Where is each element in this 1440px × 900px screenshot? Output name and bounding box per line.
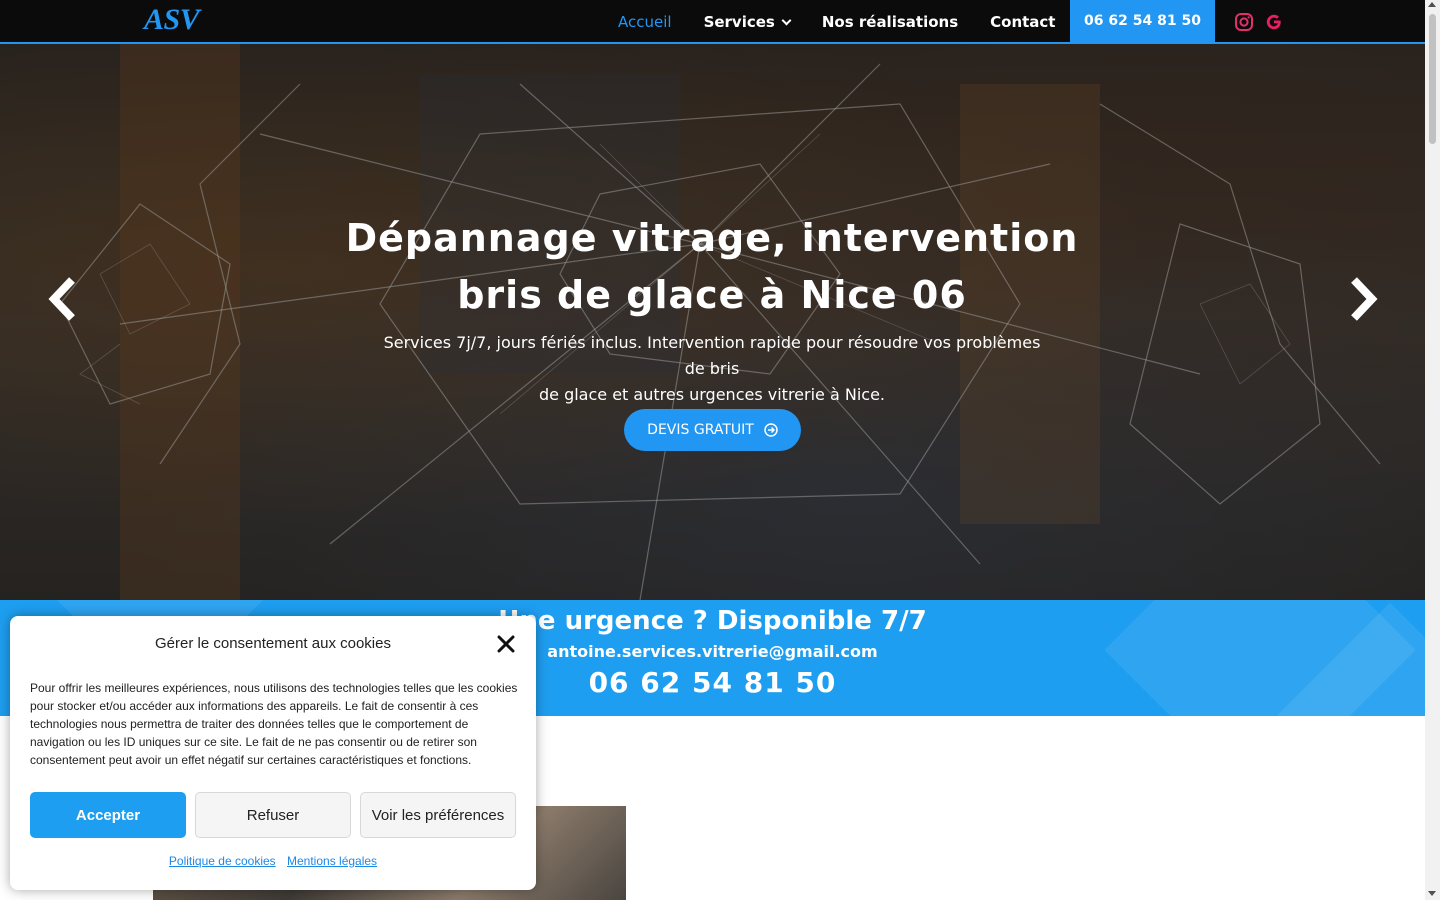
nav-item-services[interactable]: Services [703,13,792,31]
devis-gratuit-button[interactable]: DEVIS GRATUIT [624,409,801,451]
google-icon[interactable] [1264,12,1284,32]
site-header: ASV Accueil Services Nos réalisations Co… [0,0,1425,44]
cookie-consent-dialog: Gérer le consentement aux cookies Pour o… [10,616,536,890]
arrow-circle-right-icon [764,423,778,437]
hero-title-line: bris de glace à Nice 06 [457,273,967,317]
nav-item-realisations[interactable]: Nos réalisations [822,13,958,31]
hero-subtitle-line: Services 7j/7, jours fériés inclus. Inte… [383,333,1041,378]
nav-item-label: Accueil [618,13,672,31]
hero-title: Dépannage vitrage, intervention bris de … [312,210,1112,324]
chevron-down-icon [781,15,792,25]
main-nav: Accueil Services Nos réalisations Contac… [602,0,1071,44]
site-logo[interactable]: ASV [144,3,200,37]
legal-notice-link[interactable]: Mentions légales [287,854,377,868]
cta-label: DEVIS GRATUIT [647,422,754,438]
nav-item-label: Contact [990,13,1056,31]
scroll-up-arrow-icon[interactable] [1428,2,1436,7]
cookie-title: Gérer le consentement aux cookies [155,635,391,652]
hero-title-line: Dépannage vitrage, intervention [345,216,1079,260]
hero-subtitle: Services 7j/7, jours fériés inclus. Inte… [372,330,1052,408]
nav-item-accueil[interactable]: Accueil [618,13,672,31]
close-icon[interactable] [496,634,516,654]
nav-item-label: Services [703,13,775,31]
page: ASV Accueil Services Nos réalisations Co… [0,0,1440,900]
refuse-button[interactable]: Refuser [195,792,351,838]
hero-subtitle-line: de glace et autres urgences vitrerie à N… [538,385,885,404]
chevron-right-icon[interactable] [1342,276,1382,322]
phone-button[interactable]: 06 62 54 81 50 [1070,0,1215,42]
cookie-description: Pour offrir les meilleures expériences, … [30,681,518,767]
chevron-left-icon[interactable] [44,276,84,322]
preferences-button[interactable]: Voir les préférences [360,792,516,838]
cookie-policy-link[interactable]: Politique de cookies [169,854,276,868]
nav-item-contact[interactable]: Contact [990,13,1055,31]
nav-item-label: Nos réalisations [821,13,959,31]
hero-banner: Dépannage vitrage, intervention bris de … [0,44,1425,600]
accept-button[interactable]: Accepter [30,792,186,838]
scrollbar-thumb[interactable] [1429,14,1436,144]
instagram-icon[interactable] [1234,12,1254,32]
cookie-links: Politique de cookies Mentions légales [10,854,536,868]
scroll-down-arrow-icon[interactable] [1428,891,1436,896]
